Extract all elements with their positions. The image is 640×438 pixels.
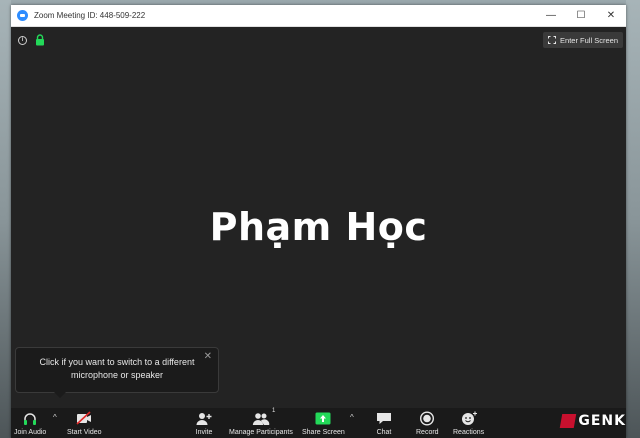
video-off-icon [76,411,92,425]
manage-participants-button[interactable]: Manage Participants [229,408,293,438]
tooltip-arrow [54,392,66,398]
enter-full-screen-label: Enter Full Screen [560,35,618,45]
share-up-arrow-icon [315,412,331,425]
desktop-background-right [626,0,640,438]
join-audio-label: Join Audio [14,429,47,436]
reactions-label: Reactions [453,429,485,436]
people-icon [252,413,270,425]
audio-options-caret[interactable]: ^ [53,413,57,422]
reactions-button[interactable]: Reactions [453,408,484,438]
minimize-button[interactable]: — [536,5,566,27]
window-title: Zoom Meeting ID: 448-509-222 [34,11,146,20]
tooltip-text-line1: Click if you want to switch to a differe… [39,357,195,367]
zoom-camera-icon [17,10,28,21]
record-circle-icon [420,411,435,426]
window-controls: — ☐ ✕ [536,5,626,27]
tooltip-close-icon[interactable]: ✕ [204,350,212,363]
start-video-label: Start Video [67,429,102,436]
genk-logo-mark [560,414,577,428]
enter-full-screen-button[interactable]: Enter Full Screen [543,32,623,48]
manage-participants-label: Manage Participants [229,429,293,436]
close-button[interactable]: ✕ [596,5,626,27]
maximize-button[interactable]: ☐ [566,5,596,27]
chat-bubble-icon [377,413,391,424]
expand-icon [548,36,557,44]
headphone-icon [24,413,37,425]
info-icon[interactable]: i [18,36,27,45]
zoom-meeting-window: Zoom Meeting ID: 448-509-222 — ☐ ✕ i Ent… [11,5,626,438]
record-button[interactable]: Record [416,408,439,438]
audio-tooltip: ✕ Click if you want to switch to a diffe… [15,347,219,398]
invite-label: Invite [195,429,213,436]
record-label: Record [416,429,439,436]
participant-display-name: Phạm Học [209,205,428,249]
chat-button[interactable]: Chat [375,408,393,438]
genk-watermark: GENK [560,413,626,429]
share-screen-label: Share Screen [302,429,345,436]
start-video-button[interactable]: Start Video [67,408,102,438]
invite-button[interactable]: Invite [195,408,213,438]
genk-logo-text: GENK [578,413,626,429]
title-bar[interactable]: Zoom Meeting ID: 448-509-222 — ☐ ✕ [11,5,626,27]
lock-icon[interactable] [35,34,45,46]
add-person-icon [196,413,212,425]
join-audio-button[interactable]: Join Audio [14,408,46,438]
participant-count-badge: 1 [272,408,276,414]
chat-label: Chat [376,429,392,436]
desktop-background-left [0,0,11,438]
tooltip-text-line2: microphone or speaker [70,370,164,380]
meeting-toolbar: Join Audio ^ Start Video Invite Manage P… [11,408,626,438]
share-screen-button[interactable]: Share Screen [302,408,345,438]
video-stage: i Enter Full Screen Phạm Học ✕ Click if … [11,27,626,408]
smiley-plus-icon [461,411,477,425]
share-options-caret[interactable]: ^ [350,413,354,422]
